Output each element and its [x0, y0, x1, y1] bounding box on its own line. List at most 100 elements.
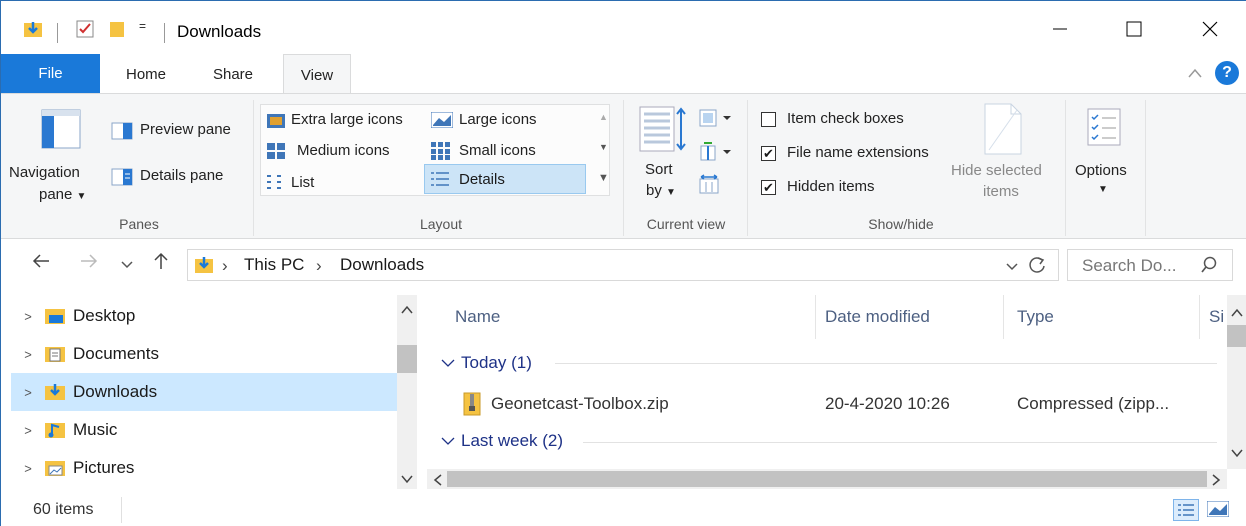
- file-list-horizontal-scrollbar[interactable]: [427, 469, 1227, 489]
- music-folder-icon: [45, 423, 65, 438]
- navigation-pane-scrollbar[interactable]: [397, 295, 417, 489]
- add-columns-icon[interactable]: [699, 142, 735, 166]
- file-name-extensions-label[interactable]: File name extensions: [787, 144, 929, 161]
- small-icons-option[interactable]: Small icons: [459, 142, 536, 159]
- search-input[interactable]: Search Do...: [1082, 256, 1177, 276]
- large-icons-option[interactable]: Large icons: [459, 111, 537, 128]
- address-bar[interactable]: › This PC › Downloads: [187, 249, 1059, 281]
- file-name-extensions-checkbox[interactable]: ✔: [761, 146, 776, 161]
- up-button[interactable]: [151, 251, 171, 276]
- details-pane-button[interactable]: Details pane: [140, 167, 223, 184]
- table-row[interactable]: Geonetcast-Toolbox.zip 20-4-2020 10:26 C…: [427, 384, 1217, 424]
- forward-button[interactable]: [79, 251, 99, 276]
- column-separator[interactable]: [815, 295, 816, 339]
- scroll-left-icon[interactable]: [433, 473, 443, 490]
- group-header-today[interactable]: Today (1): [441, 353, 532, 373]
- scrollbar-thumb[interactable]: [1227, 325, 1246, 347]
- scroll-down-icon[interactable]: [401, 471, 413, 488]
- navigation-pane-label-2: pane ▼: [39, 186, 86, 203]
- breadcrumb-this-pc[interactable]: This PC: [244, 255, 304, 275]
- scroll-down-icon[interactable]: [1231, 445, 1243, 462]
- recent-locations-button[interactable]: [121, 255, 133, 276]
- column-header-size[interactable]: Si: [1209, 307, 1224, 327]
- file-name[interactable]: Geonetcast-Toolbox.zip: [491, 394, 669, 414]
- sort-by-button[interactable]: Sort: [645, 161, 673, 178]
- nav-item-label: Desktop: [73, 306, 136, 325]
- large-icons-view-button[interactable]: [1206, 500, 1230, 521]
- list-option[interactable]: List: [291, 174, 314, 191]
- hidden-items-label[interactable]: Hidden items: [787, 178, 875, 195]
- search-box[interactable]: Search Do...: [1067, 249, 1233, 281]
- customize-quick-access-dropdown[interactable]: =: [139, 19, 146, 33]
- nav-item-desktop[interactable]: > Desktop: [11, 297, 397, 335]
- nav-item-downloads[interactable]: > Downloads: [11, 373, 397, 411]
- group-by-icon[interactable]: [699, 108, 735, 132]
- back-button[interactable]: [31, 251, 51, 276]
- close-button[interactable]: [1187, 9, 1233, 49]
- collapse-ribbon-icon[interactable]: [1187, 66, 1203, 82]
- preview-pane-button[interactable]: Preview pane: [140, 121, 231, 138]
- scroll-up-icon[interactable]: [401, 305, 413, 318]
- chevron-right-icon[interactable]: >: [11, 347, 45, 362]
- column-header-name[interactable]: Name: [455, 307, 500, 327]
- details-view-button[interactable]: [1173, 499, 1199, 521]
- nav-item-documents[interactable]: > Documents: [11, 335, 397, 373]
- scrollbar-thumb[interactable]: [397, 345, 417, 373]
- scroll-right-icon[interactable]: [1211, 473, 1221, 490]
- search-icon[interactable]: [1200, 256, 1218, 278]
- group-divider: [583, 442, 1217, 443]
- nav-item-label: Documents: [73, 344, 159, 363]
- scroll-up-icon[interactable]: [1231, 305, 1243, 322]
- details-pane-icon: [111, 168, 133, 190]
- maximize-button[interactable]: [1111, 9, 1157, 49]
- item-check-boxes-checkbox[interactable]: [761, 112, 776, 127]
- hide-selected-items-button[interactable]: Hide selected: [951, 162, 1042, 179]
- zip-folder-icon: [463, 392, 481, 416]
- tab-share[interactable]: Share: [197, 54, 269, 94]
- navigation-pane-icon[interactable]: [41, 109, 81, 153]
- navigation-pane-button[interactable]: Navigation: [9, 164, 80, 181]
- extra-large-icons-option[interactable]: Extra large icons: [291, 111, 403, 128]
- file-list-vertical-scrollbar[interactable]: [1227, 295, 1246, 469]
- nav-item-music[interactable]: > Music: [11, 411, 397, 449]
- chevron-right-icon[interactable]: >: [11, 309, 45, 324]
- layout-option-details[interactable]: Details: [424, 164, 586, 194]
- scroll-up-icon[interactable]: ▲: [599, 112, 608, 122]
- ribbon-separator: [1065, 100, 1066, 236]
- chevron-right-icon[interactable]: >: [11, 385, 45, 400]
- ribbon-separator: [747, 100, 748, 236]
- item-check-boxes-label[interactable]: Item check boxes: [787, 110, 904, 127]
- hidden-items-checkbox[interactable]: ✔: [761, 180, 776, 195]
- refresh-button[interactable]: [1028, 256, 1046, 278]
- chevron-right-icon[interactable]: >: [11, 461, 45, 476]
- sort-by-icon[interactable]: [639, 106, 687, 156]
- chevron-down-icon: [1006, 263, 1018, 271]
- nav-item-pictures[interactable]: > Pictures: [11, 449, 397, 487]
- more-layouts-icon[interactable]: ▼: [598, 172, 609, 184]
- sort-by-label-2-text: by: [646, 182, 662, 199]
- forward-arrow-icon: [81, 254, 98, 268]
- properties-icon[interactable]: [75, 19, 95, 39]
- column-separator[interactable]: [1199, 295, 1200, 339]
- scrollbar-thumb[interactable]: [447, 471, 1207, 487]
- chevron-right-icon[interactable]: >: [11, 423, 45, 438]
- size-columns-to-fit-icon[interactable]: [699, 174, 719, 198]
- column-separator[interactable]: [1003, 295, 1004, 339]
- options-icon[interactable]: [1087, 108, 1121, 150]
- help-icon[interactable]: ?: [1215, 61, 1239, 85]
- options-button[interactable]: Options: [1075, 162, 1127, 179]
- address-dropdown[interactable]: [1006, 260, 1018, 277]
- tab-home[interactable]: Home: [111, 54, 181, 94]
- minimize-button[interactable]: [1037, 9, 1083, 49]
- tab-view[interactable]: View: [283, 54, 351, 95]
- up-arrow-icon: [154, 252, 168, 269]
- medium-icons-option[interactable]: Medium icons: [297, 142, 390, 159]
- group-header-last-week[interactable]: Last week (2): [441, 431, 563, 451]
- column-header-type[interactable]: Type: [1017, 307, 1054, 327]
- medium-icons-icon: [267, 143, 285, 163]
- tab-file[interactable]: File: [1, 54, 100, 93]
- new-folder-icon[interactable]: [109, 19, 125, 39]
- scroll-down-icon[interactable]: ▼: [599, 142, 608, 152]
- breadcrumb-downloads[interactable]: Downloads: [340, 255, 424, 275]
- column-header-date-modified[interactable]: Date modified: [825, 307, 930, 327]
